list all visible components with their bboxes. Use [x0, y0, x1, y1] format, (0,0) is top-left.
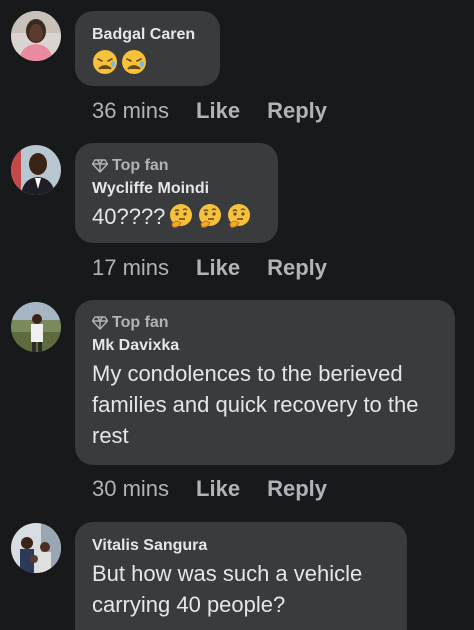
comment-time[interactable]: 17 mins	[92, 255, 169, 281]
weary-face-emoji	[93, 50, 117, 74]
comment-text-content: 40????	[92, 203, 166, 229]
like-button[interactable]: Like	[196, 255, 240, 281]
comment-text: 40????	[92, 201, 262, 231]
thinking-face-emoji	[199, 204, 222, 228]
reply-button[interactable]: Reply	[267, 98, 327, 124]
thinking-face-emoji	[170, 204, 193, 228]
thinking-face-emoji	[228, 204, 251, 228]
reply-button[interactable]: Reply	[267, 255, 327, 281]
avatar[interactable]	[11, 11, 61, 61]
comment-author[interactable]: Badgal Caren	[92, 23, 204, 47]
comment-author[interactable]: Mk Davixka	[92, 334, 439, 358]
reply-button[interactable]: Reply	[267, 476, 327, 502]
avatar[interactable]	[11, 302, 61, 352]
comment-actions: 17 mins Like Reply	[92, 253, 327, 283]
comment-text: But how was such a vehicle carrying 40 p…	[92, 561, 363, 617]
badge-label: Top fan	[112, 314, 169, 331]
comment-actions: 30 mins Like Reply	[92, 474, 327, 504]
avatar[interactable]	[11, 523, 61, 573]
weary-face-emoji	[122, 50, 146, 74]
top-fan-badge: Top fan	[92, 312, 439, 334]
comment-bubble: Vitalis Sangura But how was such a vehic…	[75, 522, 407, 630]
comment-author[interactable]: Vitalis Sangura	[92, 534, 391, 558]
emoji-row	[92, 47, 204, 77]
comment-bubble: Top fan Wycliffe Moindi 40????	[75, 143, 278, 243]
top-fan-badge: Top fan	[92, 155, 262, 177]
like-button[interactable]: Like	[196, 98, 240, 124]
avatar[interactable]	[11, 145, 61, 195]
like-button[interactable]: Like	[196, 476, 240, 502]
comment-time[interactable]: 36 mins	[92, 98, 169, 124]
diamond-icon	[92, 159, 108, 173]
diamond-icon	[92, 316, 108, 330]
comment-actions: 36 mins Like Reply	[92, 96, 327, 126]
comment-bubble: Top fan Mk Davixka My condolences to the…	[75, 300, 455, 465]
comment-bubble: Badgal Caren	[75, 11, 220, 86]
badge-label: Top fan	[112, 157, 169, 174]
comment-author[interactable]: Wycliffe Moindi	[92, 177, 262, 201]
comment-text: My condolences to the berieved families …	[92, 361, 419, 448]
comment-time[interactable]: 30 mins	[92, 476, 169, 502]
